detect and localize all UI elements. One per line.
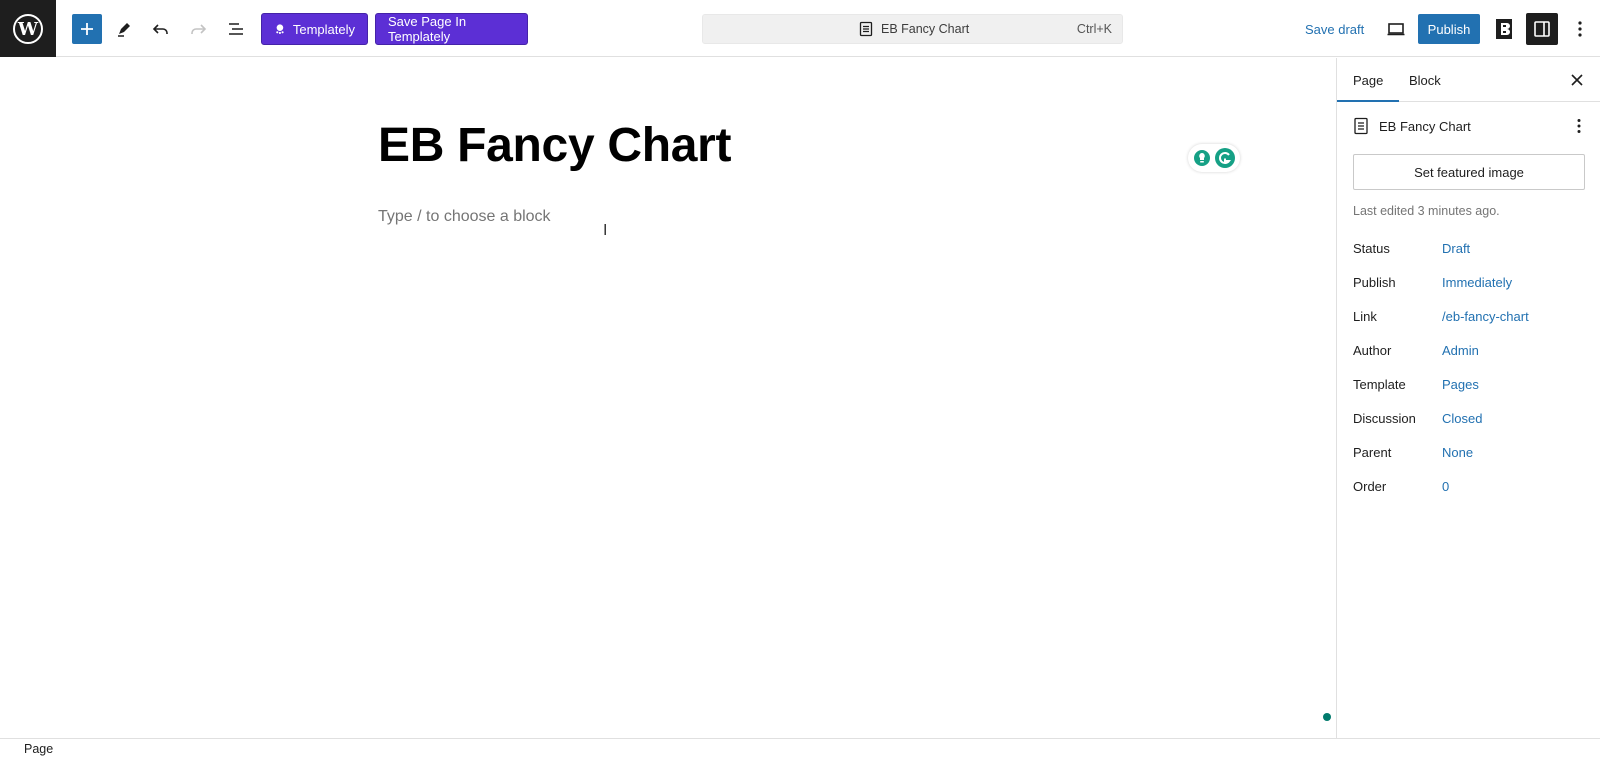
last-edited-text: Last edited 3 minutes ago.: [1353, 204, 1500, 218]
editor-header: W Templately Save Page In Templately EB …: [0, 0, 1600, 57]
meta-label: Template: [1353, 376, 1406, 392]
save-in-templately-button[interactable]: Save Page In Templately: [375, 13, 528, 45]
page-icon: [859, 21, 873, 37]
command-title-text: EB Fancy Chart: [881, 22, 970, 36]
undo-button[interactable]: [145, 13, 177, 45]
templately-button[interactable]: Templately: [261, 13, 368, 45]
meta-label: Order: [1353, 478, 1387, 494]
document-actions-button[interactable]: [1567, 114, 1591, 138]
breadcrumb[interactable]: Page: [24, 742, 53, 756]
status-value-button[interactable]: Draft: [1442, 241, 1470, 256]
meta-row-order: Order 0: [1353, 476, 1585, 496]
templately-label: Templately: [292, 21, 355, 37]
publish-button[interactable]: Publish: [1418, 14, 1480, 44]
bulb-icon: [1193, 150, 1210, 166]
meta-label: Status: [1353, 240, 1390, 256]
preview-button[interactable]: [1380, 13, 1412, 45]
meta-label: Link: [1353, 308, 1377, 324]
settings-sidebar: Page Block EB Fancy Chart Set featured i…: [1336, 58, 1600, 738]
meta-row-parent: Parent None: [1353, 442, 1585, 462]
page-icon: [1354, 117, 1368, 135]
redo-icon: [191, 24, 207, 34]
publish-date-button[interactable]: Immediately: [1442, 275, 1512, 290]
wordpress-logo-icon[interactable]: W: [0, 0, 56, 57]
set-featured-image-button[interactable]: Set featured image: [1353, 154, 1585, 190]
document-overview-icon: [229, 23, 243, 35]
save-draft-button[interactable]: Save draft: [1305, 14, 1364, 44]
meta-label: Discussion: [1353, 410, 1416, 426]
editor-canvas[interactable]: EB Fancy Chart Type / to choose a block …: [0, 58, 1336, 738]
meta-row-publish: Publish Immediately: [1353, 272, 1585, 292]
meta-label: Author: [1353, 342, 1392, 358]
more-vertical-icon: [1578, 21, 1582, 37]
meta-label: Publish: [1353, 274, 1396, 290]
pencil-icon: [118, 23, 130, 37]
order-button[interactable]: 0: [1442, 479, 1449, 494]
grammarly-icon: [1214, 148, 1235, 168]
close-sidebar-button[interactable]: [1565, 68, 1589, 92]
text-cursor: I: [603, 222, 608, 239]
more-vertical-icon: [1577, 119, 1581, 133]
author-button[interactable]: Admin: [1442, 343, 1479, 358]
undo-icon: [152, 24, 168, 34]
save-in-templately-label: Save Page In Templately: [388, 14, 467, 44]
tab-block[interactable]: Block: [1393, 58, 1457, 102]
page-title[interactable]: EB Fancy Chart: [378, 118, 732, 173]
desktop-preview-icon: [1387, 23, 1405, 36]
block-appender-placeholder[interactable]: Type / to choose a block: [378, 208, 551, 226]
meta-row-link: Link /eb-fancy-chart: [1353, 306, 1585, 326]
parent-button[interactable]: None: [1442, 445, 1473, 460]
permalink-button[interactable]: /eb-fancy-chart: [1442, 309, 1529, 324]
grammarly-widget[interactable]: [1188, 144, 1240, 172]
meta-row-discussion: Discussion Closed: [1353, 408, 1585, 428]
command-title: EB Fancy Chart: [859, 15, 969, 43]
command-palette-bar[interactable]: EB Fancy Chart Ctrl+K: [702, 14, 1123, 44]
status-dot: [1323, 713, 1331, 721]
meta-row-status: Status Draft: [1353, 238, 1585, 258]
essential-blocks-icon: [1496, 19, 1512, 39]
settings-button[interactable]: [1526, 13, 1558, 45]
meta-row-author: Author Admin: [1353, 340, 1585, 360]
options-button[interactable]: [1568, 13, 1592, 45]
discussion-button[interactable]: Closed: [1442, 411, 1482, 426]
document-overview-button[interactable]: [220, 13, 252, 45]
redo-button[interactable]: [182, 13, 214, 45]
command-shortcut: Ctrl+K: [1076, 22, 1112, 36]
block-breadcrumb-bar: Page: [0, 738, 1600, 760]
template-button[interactable]: Pages: [1442, 377, 1479, 392]
close-icon: [1571, 74, 1583, 86]
tools-button[interactable]: [108, 13, 140, 45]
sidebar-toggle-icon: [1534, 21, 1550, 37]
svg-text:W: W: [17, 19, 39, 40]
plus-icon: [81, 23, 93, 35]
meta-label: Parent: [1353, 444, 1392, 460]
essential-blocks-button[interactable]: [1488, 13, 1520, 45]
document-title: EB Fancy Chart: [1379, 118, 1471, 134]
add-block-button[interactable]: [72, 14, 102, 44]
tab-page[interactable]: Page: [1337, 58, 1399, 102]
document-summary: EB Fancy Chart: [1353, 114, 1585, 138]
meta-row-template: Template Pages: [1353, 374, 1585, 394]
templately-icon: [276, 24, 284, 35]
sidebar-tabs: Page Block: [1337, 58, 1600, 102]
